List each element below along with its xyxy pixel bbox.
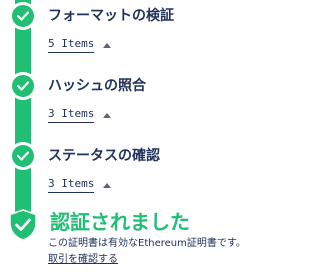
items-toggle[interactable]: 5 Items: [48, 37, 112, 53]
verified-title: 認証されました: [50, 210, 190, 234]
caret-up-icon[interactable]: [103, 182, 112, 188]
items-count[interactable]: 3 Items: [48, 107, 95, 123]
items-toggle[interactable]: 3 Items: [48, 107, 112, 123]
check-icon: [17, 151, 29, 161]
check-icon: [17, 11, 29, 21]
check-icon: [17, 81, 29, 91]
caret-up-icon[interactable]: [103, 42, 112, 48]
step-title: フォーマットの検証: [48, 8, 174, 24]
step-check-icon: [9, 142, 37, 170]
step-title: ハッシュの照合: [48, 78, 146, 94]
step-title: ステータスの確認: [48, 148, 160, 164]
verified-description: この証明書は有効なEthereum証明書です。: [48, 238, 246, 249]
items-toggle[interactable]: 3 Items: [48, 177, 112, 193]
items-count[interactable]: 5 Items: [48, 37, 95, 53]
confirm-transaction-link[interactable]: 取引を確認する: [48, 253, 118, 267]
items-count[interactable]: 3 Items: [48, 177, 95, 193]
shield-check-icon: [9, 209, 37, 241]
caret-up-icon[interactable]: [103, 112, 112, 118]
step-check-icon: [9, 2, 37, 30]
progress-track: [15, 0, 31, 222]
step-check-icon: [9, 72, 37, 100]
